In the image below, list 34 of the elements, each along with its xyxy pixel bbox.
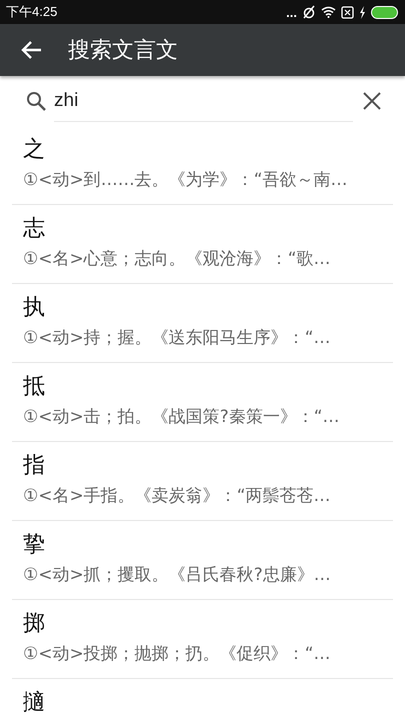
result-word: 擿 — [23, 689, 46, 717]
alarm-off-icon — [302, 5, 316, 19]
clear-button[interactable] — [361, 90, 383, 112]
result-item[interactable]: 指 ①<名>手指。《卖炭翁》：“两鬃苍苍… — [12, 442, 393, 521]
search-icon — [26, 91, 46, 111]
screen-title: 搜索文言文 — [68, 37, 178, 65]
search-field[interactable]: zhi — [54, 80, 353, 122]
sim-icon — [341, 6, 354, 18]
result-word: 执 — [23, 294, 46, 322]
result-item[interactable]: 挚 ①<动>抓；攫取。《吕氏春秋?忠廉》… — [12, 521, 393, 600]
result-item[interactable]: 抵 ①<动>击；拍。《战国策?秦策一》：“… — [12, 363, 393, 442]
result-definition: ①<动>抓；攫取。《吕氏春秋?忠廉》… — [23, 564, 332, 587]
wifi-icon — [321, 6, 336, 18]
result-word: 志 — [23, 215, 46, 243]
result-definition: ①<动>到……去。《为学》：“吾欲～南… — [23, 169, 349, 192]
result-definition: ①<动>击；拍。《战国策?秦策一》：“… — [23, 406, 341, 429]
result-item[interactable]: 之 ①<动>到……去。《为学》：“吾欲～南… — [12, 126, 393, 205]
result-word: 之 — [23, 136, 46, 164]
status-time: 下午4:25 — [6, 3, 58, 21]
result-item[interactable]: 擿 — [12, 679, 393, 720]
result-item[interactable]: 志 ①<名>心意；志向。《观沧海》：“歌… — [12, 205, 393, 284]
result-word: 挚 — [23, 531, 46, 559]
result-item[interactable]: 掷 ①<动>投掷；抛掷；扔。《促织》：“… — [12, 600, 393, 679]
result-word: 抵 — [23, 373, 46, 401]
charging-icon — [359, 6, 366, 18]
result-definition: ①<名>心意；志向。《观沧海》：“歌… — [23, 248, 332, 271]
more-text: ... — [286, 4, 297, 20]
result-word: 指 — [23, 452, 46, 480]
result-definition: ①<动>持；握。《送东阳马生序》：“… — [23, 327, 332, 350]
result-definition: ①<名>手指。《卖炭翁》：“两鬃苍苍… — [23, 485, 332, 508]
result-item[interactable]: 执 ①<动>持；握。《送东阳马生序》：“… — [12, 284, 393, 363]
result-word: 掷 — [23, 610, 46, 638]
battery-icon — [371, 6, 399, 18]
result-definition: ①<动>投掷；抛掷；扔。《促织》：“… — [23, 643, 332, 666]
